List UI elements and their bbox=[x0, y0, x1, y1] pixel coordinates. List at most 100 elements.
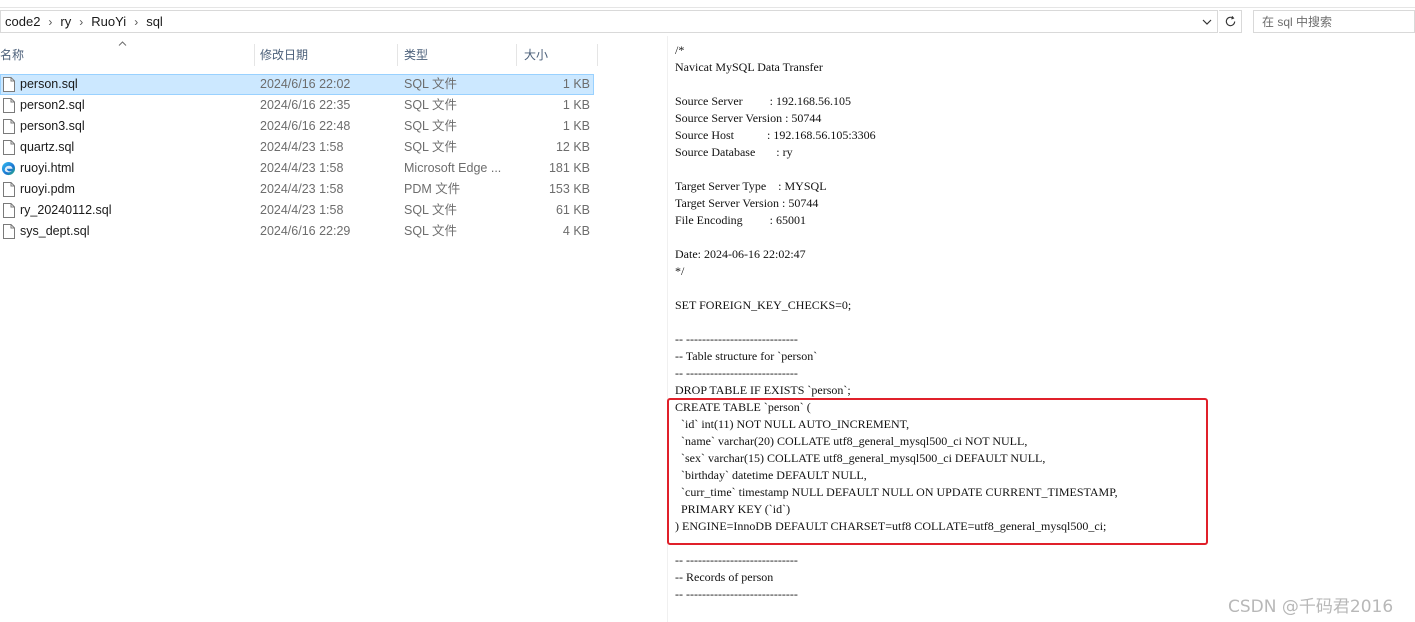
edge-icon bbox=[1, 161, 16, 176]
file-name: ry_20240112.sql bbox=[20, 203, 112, 217]
file-row[interactable]: ruoyi.pdm 2024/4/23 1:58 PDM 文件 153 KB bbox=[0, 179, 600, 200]
preview-line bbox=[675, 229, 1395, 246]
file-size: 61 KB bbox=[555, 203, 590, 217]
preview-line: Navicat MySQL Data Transfer bbox=[675, 60, 823, 74]
preview-line: -- ---------------------------- bbox=[675, 553, 798, 567]
preview-line: /* bbox=[675, 43, 685, 57]
file-date: 2024/4/23 1:58 bbox=[260, 182, 344, 196]
file-date: 2024/6/16 22:48 bbox=[260, 119, 351, 133]
file-row[interactable]: person.sql 2024/6/16 22:02 SQL 文件 1 KB bbox=[0, 74, 594, 95]
refresh-icon bbox=[1225, 15, 1235, 27]
file-date: 2024/4/23 1:58 bbox=[260, 161, 344, 175]
preview-line: */ bbox=[675, 264, 685, 278]
chevron-right-icon[interactable]: › bbox=[42, 15, 58, 29]
file-row[interactable]: sys_dept.sql 2024/6/16 22:29 SQL 文件 4 KB bbox=[0, 221, 600, 242]
document-icon bbox=[3, 98, 15, 113]
column-divider[interactable] bbox=[254, 44, 255, 66]
file-row[interactable]: person2.sql 2024/6/16 22:35 SQL 文件 1 KB bbox=[0, 95, 600, 116]
breadcrumb-item-sql[interactable]: sql bbox=[144, 14, 165, 29]
file-size: 153 KB bbox=[548, 182, 590, 196]
breadcrumb-item-ry[interactable]: ry bbox=[58, 14, 73, 29]
file-name: person2.sql bbox=[20, 98, 85, 112]
file-type: Microsoft Edge ... bbox=[404, 161, 502, 175]
file-date: 2024/4/23 1:58 bbox=[260, 203, 344, 217]
preview-line bbox=[675, 76, 1395, 93]
document-icon bbox=[3, 77, 15, 92]
preview-line: DROP TABLE IF EXISTS `person`; bbox=[675, 383, 851, 397]
preview-line: Source Server Version : 50744 bbox=[675, 111, 822, 125]
file-name: quartz.sql bbox=[20, 140, 75, 154]
document-icon bbox=[3, 140, 15, 155]
file-size: 4 KB bbox=[562, 224, 590, 238]
sort-ascending-icon bbox=[118, 38, 127, 49]
document-icon bbox=[3, 119, 15, 134]
file-row[interactable]: ry_20240112.sql 2024/4/23 1:58 SQL 文件 61 KB bbox=[0, 200, 600, 221]
column-divider[interactable] bbox=[516, 44, 517, 66]
file-size: 12 KB bbox=[555, 140, 590, 154]
preview-line bbox=[675, 280, 1395, 297]
file-size: 181 KB bbox=[548, 161, 590, 175]
column-header-name-label: 名称 bbox=[0, 48, 25, 62]
breadcrumb: code2 › ry › RuoYi › sql bbox=[1, 11, 1197, 32]
file-type: SQL 文件 bbox=[404, 77, 458, 91]
preview-line: Date: 2024-06-16 22:02:47 bbox=[675, 247, 806, 261]
file-name: ruoyi.pdm bbox=[20, 182, 75, 196]
window-top-strip bbox=[0, 0, 1415, 8]
chevron-down-icon[interactable] bbox=[1197, 11, 1217, 32]
preview-line bbox=[675, 314, 1395, 331]
document-icon bbox=[3, 224, 15, 239]
file-row[interactable]: quartz.sql 2024/4/23 1:58 SQL 文件 12 KB bbox=[0, 137, 600, 158]
column-headers: 名称 修改日期 类型 大小 bbox=[0, 41, 600, 68]
file-type: SQL 文件 bbox=[404, 98, 458, 112]
file-size: 1 KB bbox=[562, 77, 590, 91]
preview-line: File Encoding : 65001 bbox=[675, 213, 806, 227]
preview-line: -- Table structure for `person` bbox=[675, 349, 818, 363]
preview-line bbox=[675, 161, 1395, 178]
column-header-date[interactable]: 修改日期 bbox=[256, 42, 396, 68]
file-type: SQL 文件 bbox=[404, 224, 458, 238]
file-size: 1 KB bbox=[562, 119, 590, 133]
column-header-date-label: 修改日期 bbox=[260, 48, 309, 62]
preview-line: SET FOREIGN_KEY_CHECKS=0; bbox=[675, 298, 852, 312]
column-header-type[interactable]: 类型 bbox=[400, 42, 514, 68]
column-header-size[interactable]: 大小 bbox=[520, 42, 596, 68]
file-row[interactable]: person3.sql 2024/6/16 22:48 SQL 文件 1 KB bbox=[0, 116, 600, 137]
column-header-size-label: 大小 bbox=[524, 48, 549, 62]
breadcrumb-item-ruoyi[interactable]: RuoYi bbox=[89, 14, 128, 29]
preview-line: Source Server : 192.168.56.105 bbox=[675, 94, 851, 108]
column-header-type-label: 类型 bbox=[404, 48, 429, 62]
preview-line: -- ---------------------------- bbox=[675, 366, 798, 380]
file-date: 2024/6/16 22:35 bbox=[260, 98, 351, 112]
preview-line: Source Host : 192.168.56.105:3306 bbox=[675, 128, 876, 142]
file-name: person3.sql bbox=[20, 119, 85, 133]
file-type: SQL 文件 bbox=[404, 119, 458, 133]
chevron-right-icon[interactable]: › bbox=[128, 15, 144, 29]
file-type: SQL 文件 bbox=[404, 203, 458, 217]
file-name: ruoyi.html bbox=[20, 161, 75, 175]
file-type: PDM 文件 bbox=[404, 182, 461, 196]
highlight-box bbox=[667, 398, 1208, 545]
file-type: SQL 文件 bbox=[404, 140, 458, 154]
document-icon bbox=[3, 182, 15, 197]
breadcrumb-item-code2[interactable]: code2 bbox=[3, 14, 42, 29]
file-list: person.sql 2024/6/16 22:02 SQL 文件 1 KB perso… bbox=[0, 74, 600, 242]
preview-line: -- Records of person bbox=[675, 570, 774, 584]
column-divider[interactable] bbox=[597, 44, 598, 66]
column-divider[interactable] bbox=[397, 44, 398, 66]
chevron-right-icon[interactable]: › bbox=[73, 15, 89, 29]
preview-line: Target Server Type : MYSQL bbox=[675, 179, 827, 193]
file-row[interactable]: ruoyi.html 2024/4/23 1:58 Microsoft Edge .… bbox=[0, 158, 600, 179]
refresh-button[interactable] bbox=[1219, 10, 1242, 33]
preview-line: Source Database : ry bbox=[675, 145, 793, 159]
file-name: person.sql bbox=[20, 77, 78, 91]
address-bar[interactable]: code2 › ry › RuoYi › sql bbox=[0, 10, 1218, 33]
preview-line: Target Server Version : 50744 bbox=[675, 196, 819, 210]
file-date: 2024/6/16 22:02 bbox=[260, 77, 351, 91]
file-size: 1 KB bbox=[562, 98, 590, 112]
file-date: 2024/4/23 1:58 bbox=[260, 140, 344, 154]
preview-line: -- ---------------------------- bbox=[675, 332, 798, 346]
watermark: CSDN @千码君2016 bbox=[1228, 597, 1394, 617]
file-name: sys_dept.sql bbox=[20, 224, 90, 238]
search-input[interactable]: 在 sql 中搜索 bbox=[1253, 10, 1415, 33]
file-date: 2024/6/16 22:29 bbox=[260, 224, 351, 238]
